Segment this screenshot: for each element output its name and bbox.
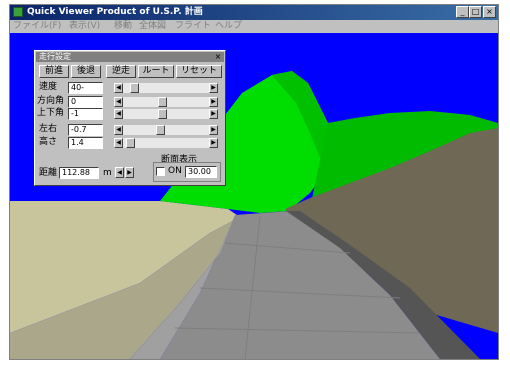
menu-move[interactable]: 移動 [114, 21, 132, 32]
speed-slider[interactable]: ◀ ▶ [114, 83, 218, 93]
slider-right-arrow[interactable]: ▶ [209, 125, 218, 135]
direction-angle-slider[interactable]: ◀ ▶ [114, 97, 218, 107]
section-display-checkbox[interactable] [156, 167, 165, 176]
distance-field[interactable]: 112.88 [59, 167, 99, 179]
slider-right-arrow[interactable]: ▶ [209, 83, 218, 93]
height-label: 高さ [39, 137, 58, 147]
distance-spin-left[interactable]: ◀ [115, 167, 124, 178]
section-display-on-label: ON [168, 166, 182, 176]
slider-left-arrow[interactable]: ◀ [114, 125, 123, 135]
title-bar: Quick Viewer Product of U.S.P. 計画 _ □ × [10, 5, 498, 20]
menu-overview[interactable]: 全体図 [139, 21, 166, 32]
app-window: Quick Viewer Product of U.S.P. 計画 _ □ × … [9, 4, 499, 360]
menu-file[interactable]: ファイル(F) [13, 21, 61, 32]
route-button[interactable]: ルート [138, 65, 174, 78]
slider-right-arrow[interactable]: ▶ [209, 138, 218, 148]
reset-button[interactable]: リセット [176, 65, 222, 78]
menu-bar: ファイル(F) 表示(V) 移動 全体図 フライト ヘルプ [10, 20, 498, 33]
lateral-field[interactable]: -0.7 [68, 124, 103, 136]
speed-label: 速度 [39, 82, 58, 92]
forward-button[interactable]: 前進 [39, 65, 69, 78]
speed-field[interactable]: 40- [68, 82, 103, 94]
pitch-angle-slider[interactable]: ◀ ▶ [114, 109, 218, 119]
menu-help[interactable]: ヘルプ [215, 21, 242, 32]
panel-title: 走行設定 [39, 52, 71, 61]
reverse-button[interactable]: 逆走 [106, 65, 136, 78]
slider-right-arrow[interactable]: ▶ [209, 97, 218, 107]
maximize-button[interactable]: □ [469, 6, 482, 18]
distance-label: 距離 [39, 168, 58, 178]
pitch-angle-label: 上下角 [37, 108, 65, 118]
section-display-field[interactable]: 30.00 [185, 166, 217, 178]
slider-thumb[interactable] [158, 109, 167, 119]
height-slider[interactable]: ◀ ▶ [114, 138, 218, 148]
direction-angle-label: 方向角 [37, 96, 65, 106]
panel-title-bar[interactable]: 走行設定 × [36, 52, 224, 62]
distance-spin-right[interactable]: ▶ [125, 167, 134, 178]
slider-left-arrow[interactable]: ◀ [114, 109, 123, 119]
direction-angle-field[interactable]: 0 [68, 96, 103, 108]
panel-close-button[interactable]: × [213, 52, 223, 61]
menu-view[interactable]: 表示(V) [69, 21, 100, 32]
minimize-button[interactable]: _ [456, 6, 469, 18]
lateral-label: 左右 [39, 124, 58, 134]
menu-flight[interactable]: フライト [175, 21, 211, 32]
pitch-angle-field[interactable]: -1 [68, 108, 103, 120]
close-button[interactable]: × [483, 6, 496, 18]
slider-thumb[interactable] [158, 97, 167, 107]
distance-unit: m [103, 168, 112, 178]
height-field[interactable]: 1.4 [68, 137, 103, 149]
lateral-slider[interactable]: ◀ ▶ [114, 125, 218, 135]
slider-left-arrow[interactable]: ◀ [114, 97, 123, 107]
window-title: Quick Viewer Product of U.S.P. 計画 [27, 7, 203, 17]
app-icon [13, 7, 23, 17]
slider-thumb[interactable] [130, 83, 139, 93]
slider-thumb[interactable] [156, 125, 165, 135]
backward-button[interactable]: 後退 [71, 65, 101, 78]
slider-left-arrow[interactable]: ◀ [114, 138, 123, 148]
drive-settings-panel: 走行設定 × 前進 後退 逆走 ルート リセット 速度 40- ◀ ▶ 方向角 … [34, 50, 226, 186]
slider-thumb[interactable] [126, 138, 135, 148]
slider-left-arrow[interactable]: ◀ [114, 83, 123, 93]
slider-right-arrow[interactable]: ▶ [209, 109, 218, 119]
